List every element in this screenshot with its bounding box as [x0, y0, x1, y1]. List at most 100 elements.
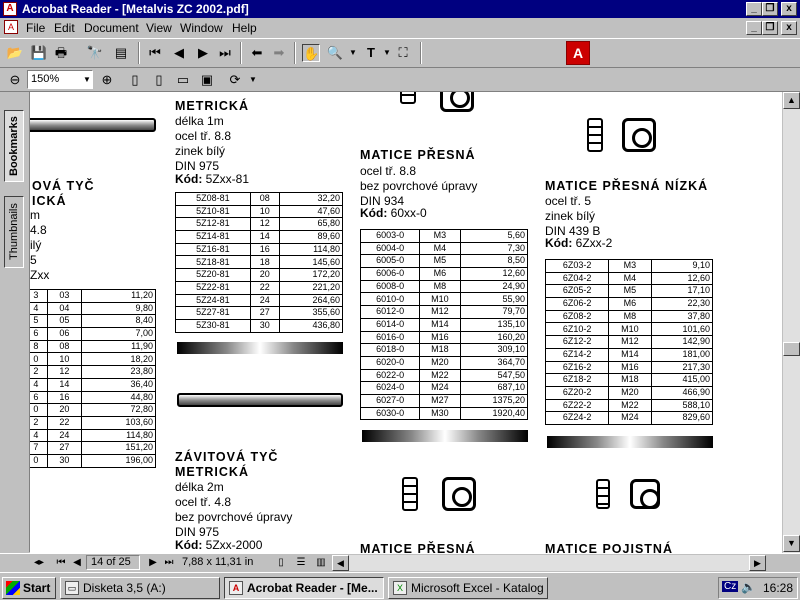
description-line: bez povrchové úpravy [360, 179, 478, 193]
description-line: zinek bílý [545, 209, 596, 223]
close-button[interactable]: x [781, 2, 797, 16]
table-row: 5Z30-81 30 436,80 [175, 318, 344, 333]
document-view[interactable]: OVÁ TYČ ICKÁ m 4.8 ilý 5 Zxx 3 03 11,20 4 04 9,80 5… [30, 92, 782, 553]
open-icon[interactable]: 📂 [6, 44, 24, 62]
menu-document[interactable]: Document [84, 21, 139, 35]
fit-width-icon[interactable]: ▭ [174, 71, 192, 89]
size-cell: 27 [46, 441, 82, 455]
graphics-select-tool-icon[interactable]: ⛶ [394, 44, 412, 62]
scroll-up-button[interactable]: ▲ [783, 92, 800, 109]
previous-page-icon[interactable]: ◀ [170, 44, 188, 62]
menu-view[interactable]: View [146, 21, 172, 35]
menu-help[interactable]: Help [232, 21, 257, 35]
splitter-icon[interactable]: ◂▸ [30, 554, 48, 572]
vertical-scrollbar[interactable]: ▲ ▼ [782, 92, 800, 553]
tab-thumbnails[interactable]: Thumbnails [4, 196, 24, 268]
product-code-cell: 6020-0 [359, 355, 421, 370]
show-hide-navigation-icon[interactable]: ▤ [112, 44, 130, 62]
price-cell: 47,60 [278, 204, 344, 219]
price-cell: 114,80 [278, 242, 344, 257]
price-cell: 687,10 [459, 381, 529, 395]
find-icon[interactable]: 🔭 [86, 44, 104, 62]
scroll-right-button[interactable]: ▶ [749, 555, 766, 571]
chevron-down-icon[interactable]: ▼ [78, 71, 96, 89]
price-cell: 9,10 [650, 259, 714, 273]
speaker-icon[interactable]: 🔈 [741, 580, 756, 594]
product-code-cell: 5Z08-81 [175, 192, 251, 206]
restore-button[interactable]: ❐ [762, 2, 778, 16]
size-cell: 14 [46, 377, 82, 392]
chevron-down-icon[interactable]: ▼ [244, 71, 262, 89]
last-page-icon[interactable]: ⏭ [216, 44, 234, 62]
price-cell: 12,60 [459, 267, 529, 281]
toolbar-divider [240, 42, 242, 64]
task-excel[interactable]: X Microsoft Excel - Katalog [388, 577, 548, 599]
fit-page-icon[interactable]: ▯ [150, 71, 168, 89]
print-icon[interactable]: 🖶 [52, 44, 70, 62]
continuous-icon[interactable]: ☰ [292, 554, 310, 572]
table-row: 6Z10-2 M10 101,60 [544, 322, 714, 337]
page-size-label: 7,88 x 11,31 in [182, 556, 254, 568]
document-icon[interactable]: A [4, 20, 18, 34]
nut-top-image [630, 479, 660, 509]
product-code-cell: 6030-0 [359, 406, 421, 421]
table-row: 5 05 8,40 [30, 314, 157, 329]
product-description: ocel tř. 8.8 bez povrchové úpravy DIN 934 [360, 164, 477, 209]
size-cell: 20 [46, 403, 82, 417]
scroll-thumb[interactable] [783, 342, 800, 356]
last-page-icon[interactable]: ⏭ [160, 554, 178, 572]
start-button[interactable]: Start [2, 577, 56, 599]
product-code-cell: 5Z16-81 [175, 242, 251, 257]
size-cell: M12 [419, 305, 461, 319]
horizontal-scrollbar[interactable]: ◀ ▶ [332, 555, 766, 571]
scroll-down-button[interactable]: ▼ [783, 535, 800, 552]
scroll-left-button[interactable]: ◀ [332, 555, 349, 571]
status-bar: ◂▸ ⏮ ◀ 14 of 25 ▶ ⏭ 7,88 x 11,31 in ▯ ☰ … [0, 553, 800, 571]
adobe-logo-icon[interactable]: A [566, 41, 590, 65]
product-description: délka 2m ocel tř. 4.8 bez povrchové úpravy… [175, 480, 292, 540]
table-row: 5Z18-81 18 145,60 [175, 255, 344, 270]
save-icon[interactable]: 💾 [30, 44, 48, 62]
product-code-cell: 4 [30, 428, 48, 443]
doc-restore-button[interactable]: ❐ [762, 21, 778, 35]
go-forward-icon[interactable]: ➡ [270, 44, 288, 62]
next-page-icon[interactable]: ▶ [194, 44, 212, 62]
doc-close-button[interactable]: x [781, 21, 797, 35]
previous-page-icon[interactable]: ◀ [68, 554, 86, 572]
fit-visible-icon[interactable]: ▣ [198, 71, 216, 89]
task-disketa[interactable]: ▭ Disketa 3,5 (A:) [60, 577, 220, 599]
table-row: 6012-0 M12 79,70 [359, 305, 529, 319]
description-line: délka 2m [175, 480, 224, 494]
page-number-field[interactable]: 14 of 25 [86, 555, 140, 570]
actual-size-icon[interactable]: ▯ [126, 71, 144, 89]
tab-bookmarks[interactable]: Bookmarks [4, 110, 24, 182]
zoom-tool-icon[interactable]: 🔍 [326, 44, 344, 62]
size-cell: 27 [249, 306, 280, 320]
single-page-icon[interactable]: ▯ [272, 554, 290, 572]
zoom-in-icon[interactable]: ⊕ [98, 71, 116, 89]
menu-window[interactable]: Window [180, 21, 223, 35]
first-page-icon[interactable]: ⏮ [146, 44, 164, 62]
size-cell: 16 [46, 390, 82, 405]
menu-file[interactable]: File [26, 21, 45, 35]
size-cell: M20 [608, 385, 652, 400]
minimize-button[interactable]: _ [746, 2, 762, 16]
hand-tool-icon[interactable]: ✋ [302, 44, 320, 62]
product-code-cell: 2 [30, 415, 48, 430]
doc-minimize-button[interactable]: _ [746, 21, 762, 35]
description-line: ilý [30, 238, 42, 252]
go-back-icon[interactable]: ⬅ [248, 44, 266, 62]
size-cell: 30 [249, 318, 280, 333]
menu-edit[interactable]: Edit [54, 21, 75, 35]
task-acrobat[interactable]: A Acrobat Reader - [Me... [224, 577, 384, 599]
product-code-cell: 6018-0 [359, 343, 421, 357]
rotate-icon[interactable]: ⟳ [226, 71, 244, 89]
acrobat-app-icon[interactable]: A [3, 2, 17, 16]
chevron-down-icon[interactable]: ▼ [344, 44, 362, 62]
language-indicator[interactable]: Cz [722, 581, 739, 592]
table-row: 5Z08-81 08 32,20 [175, 192, 344, 206]
facing-pages-icon[interactable]: ▥ [312, 554, 330, 572]
window-title: Acrobat Reader - [Metalvis ZC 2002.pdf] [22, 2, 249, 16]
zoom-out-icon[interactable]: ⊖ [6, 71, 24, 89]
size-cell: M8 [608, 309, 652, 324]
